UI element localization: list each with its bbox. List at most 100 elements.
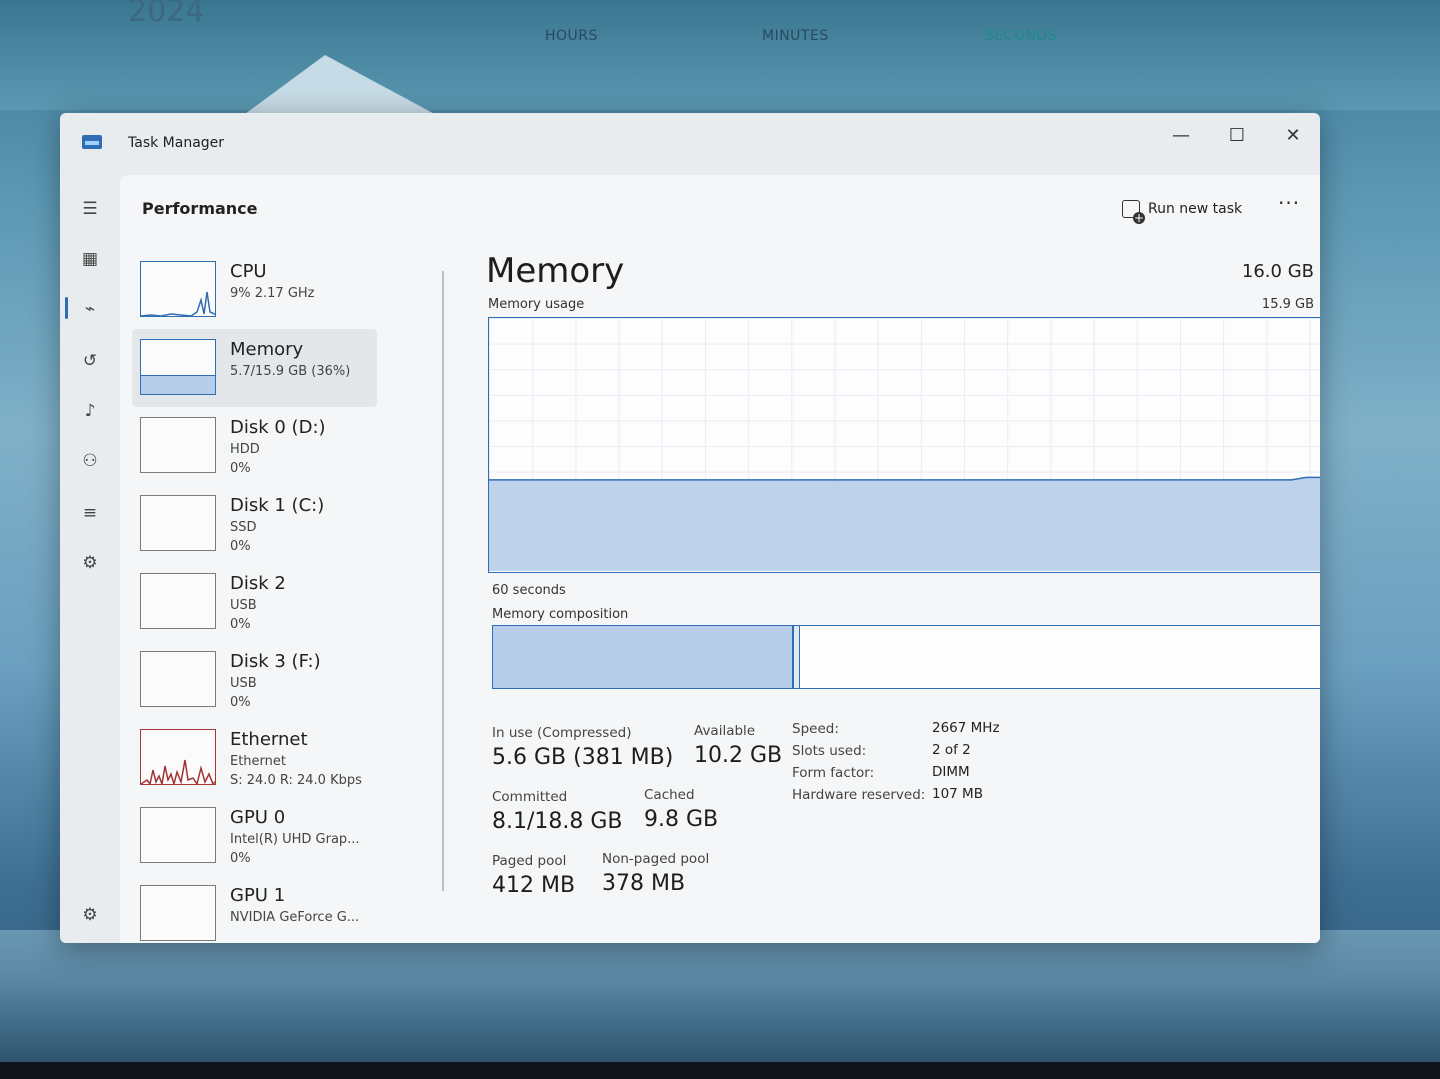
minimize-button[interactable]: —: [1156, 119, 1206, 153]
device-item-disk-1[interactable]: Disk 1 (C:) SSD 0%: [132, 485, 377, 563]
ethernet-thumbnail: [140, 729, 216, 785]
committed-label: Committed: [492, 789, 568, 805]
page-title: Performance: [142, 199, 258, 218]
memory-composition-bar: [492, 625, 1320, 689]
device-item-cpu[interactable]: CPU 9% 2.17 GHz: [132, 251, 377, 329]
task-manager-icon: [82, 135, 102, 149]
device-item-gpu-0[interactable]: GPU 0 Intel(R) UHD Grap... 0%: [132, 797, 377, 875]
memory-thumbnail-fill: [141, 374, 215, 394]
device-name: Disk 2: [230, 573, 286, 594]
task-manager-window: Task Manager — ☐ ✕ ☰ ▦ ⌁ ↺ ♪ ⚇ ≡ ⚙ ⚙ Per…: [60, 113, 1320, 943]
device-list: CPU 9% 2.17 GHz Memory 5.7/15.9 GB (36%)…: [132, 251, 382, 943]
slots-value: 2 of 2: [932, 742, 971, 758]
startup-apps-icon[interactable]: ♪: [78, 399, 102, 423]
run-task-icon: [1122, 200, 1145, 224]
device-type: USB: [230, 676, 257, 691]
disk-0-thumbnail: [140, 417, 216, 473]
memory-usage-line: [489, 476, 1320, 481]
device-type: SSD: [230, 520, 257, 535]
memory-panel: Memory 16.0 GB Memory usage 15.9 GB 60 s…: [486, 251, 1320, 943]
hamburger-icon[interactable]: ☰: [78, 197, 102, 221]
device-type: HDD: [230, 442, 260, 457]
disk-3-thumbnail: [140, 651, 216, 707]
speed-value: 2667 MHz: [932, 720, 1000, 736]
device-name: GPU 0: [230, 807, 286, 828]
processes-icon[interactable]: ▦: [78, 247, 102, 271]
window-title: Task Manager: [128, 135, 225, 151]
device-model: NVIDIA GeForce G...: [230, 910, 360, 925]
device-usage: 0%: [230, 539, 251, 554]
device-name: Disk 3 (F:): [230, 651, 321, 672]
device-name: Memory: [230, 339, 304, 360]
disk-2-thumbnail: [140, 573, 216, 629]
device-item-gpu-1[interactable]: GPU 1 NVIDIA GeForce G...: [132, 875, 377, 943]
available-label: Available: [694, 723, 756, 739]
device-detail: 5.7/15.9 GB (36%): [230, 364, 351, 379]
device-name: Ethernet: [230, 729, 308, 750]
memory-thumbnail: [140, 339, 216, 395]
users-icon[interactable]: ⚇: [78, 449, 102, 473]
wallpaper-bottom: [0, 930, 1440, 1079]
device-usage: 0%: [230, 851, 251, 866]
clock-hours-label: HOURS: [545, 28, 598, 44]
memory-usage-max: 15.9 GB: [1261, 297, 1314, 312]
wallpaper-year: 2024: [128, 0, 205, 29]
speed-label: Speed:: [792, 721, 839, 737]
nonpaged-pool-value: 378 MB: [602, 871, 686, 896]
device-detail: 9% 2.17 GHz: [230, 286, 315, 301]
device-item-ethernet[interactable]: Ethernet Ethernet S: 24.0 R: 24.0 Kbps: [132, 719, 377, 797]
gpu-1-thumbnail: [140, 885, 216, 941]
device-item-memory[interactable]: Memory 5.7/15.9 GB (36%): [132, 329, 377, 407]
committed-value: 8.1/18.8 GB: [492, 809, 623, 834]
device-usage: 0%: [230, 695, 251, 710]
navigation-rail: ☰ ▦ ⌁ ↺ ♪ ⚇ ≡ ⚙ ⚙: [60, 175, 120, 943]
pane-splitter[interactable]: [442, 271, 444, 891]
device-item-disk-2[interactable]: Disk 2 USB 0%: [132, 563, 377, 641]
taskbar: [0, 1062, 1440, 1079]
device-name: CPU: [230, 261, 267, 282]
device-name: GPU 1: [230, 885, 286, 906]
memory-title: Memory: [486, 251, 625, 291]
form-factor-label: Form factor:: [792, 765, 875, 781]
disk-1-thumbnail: [140, 495, 216, 551]
memory-total: 16.0 GB: [1241, 261, 1314, 282]
memory-usage-label: Memory usage: [488, 297, 585, 312]
hardware-reserved-label: Hardware reserved:: [792, 787, 926, 803]
app-history-icon[interactable]: ↺: [78, 349, 102, 373]
maximize-button[interactable]: ☐: [1212, 119, 1262, 153]
services-icon[interactable]: ⚙: [78, 551, 102, 575]
device-usage: 0%: [230, 617, 251, 632]
gpu-0-thumbnail: [140, 807, 216, 863]
composition-standby: [800, 626, 1320, 688]
performance-icon[interactable]: ⌁: [78, 297, 102, 321]
cpu-thumbnail: [140, 261, 216, 317]
details-icon[interactable]: ≡: [78, 501, 102, 525]
device-throughput: S: 24.0 R: 24.0 Kbps: [230, 773, 362, 788]
device-item-disk-3[interactable]: Disk 3 (F:) USB 0%: [132, 641, 377, 719]
close-button[interactable]: ✕: [1268, 119, 1318, 153]
in-use-value: 5.6 GB (381 MB): [492, 745, 674, 770]
device-name: Disk 1 (C:): [230, 495, 325, 516]
cached-label: Cached: [644, 787, 695, 803]
device-item-disk-0[interactable]: Disk 0 (D:) HDD 0%: [132, 407, 377, 485]
nonpaged-pool-label: Non-paged pool: [602, 851, 710, 867]
form-factor-value: DIMM: [932, 764, 970, 780]
memory-usage-fill: [489, 477, 1320, 571]
more-options-button[interactable]: ···: [1278, 191, 1300, 215]
wallpaper-top: [0, 0, 1440, 110]
in-use-label: In use (Compressed): [492, 725, 632, 741]
device-type: USB: [230, 598, 257, 613]
title-bar[interactable]: Task Manager — ☐ ✕: [60, 113, 1320, 175]
active-nav-indicator: [65, 297, 68, 319]
clock-seconds-label: SECONDS: [985, 28, 1058, 44]
device-usage: 0%: [230, 461, 251, 476]
run-new-task-label: Run new task: [1148, 201, 1243, 217]
settings-icon[interactable]: ⚙: [78, 903, 102, 927]
run-new-task-button[interactable]: Run new task: [1122, 197, 1243, 224]
paged-pool-value: 412 MB: [492, 873, 576, 898]
device-model: Intel(R) UHD Grap...: [230, 832, 360, 847]
memory-composition-label: Memory composition: [492, 607, 629, 622]
cpu-thumbnail-graph: [141, 291, 215, 316]
device-name: Disk 0 (D:): [230, 417, 326, 438]
memory-usage-graph: [488, 317, 1320, 573]
